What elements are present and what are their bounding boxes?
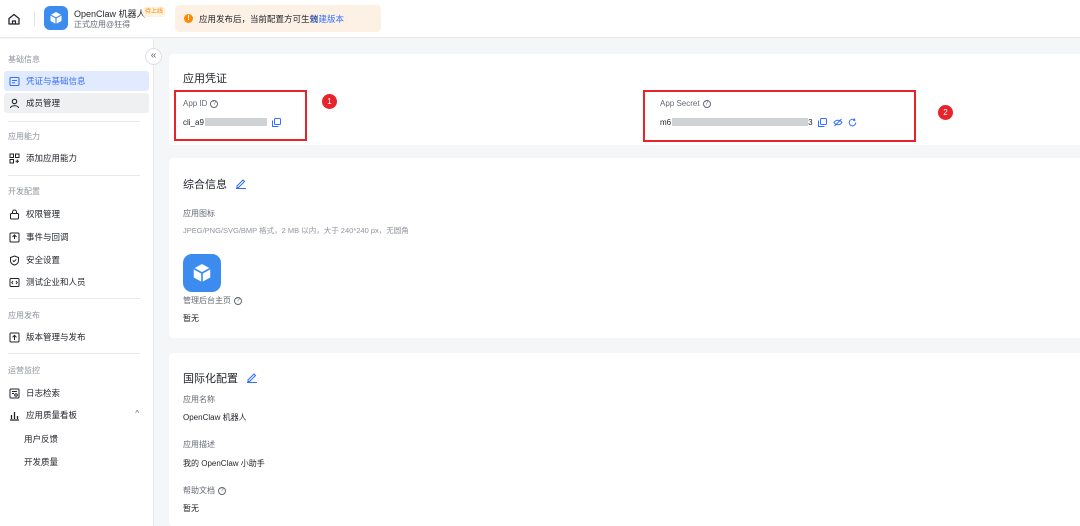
help-icon[interactable]: ?: [234, 296, 242, 305]
general-title: 综合信息: [183, 176, 247, 192]
app-icon-hint: JPEG/PNG/SVG/BMP 格式，2 MB 以内，大于 240*240 p…: [183, 226, 409, 235]
sidebar-item-dev-quality[interactable]: 开发质量: [24, 456, 58, 468]
sidebar: 基础信息 凭证与基础信息 成员管理 应用能力 添加应用能力 开发配置 权限管理 …: [0, 39, 154, 526]
cube-icon: [44, 6, 68, 30]
app-name-label: 应用名称: [183, 395, 215, 404]
sidebar-item-label: 事件与回调: [26, 232, 69, 242]
edit-icon[interactable]: [246, 371, 258, 386]
sidebar-item-credentials[interactable]: 凭证与基础信息: [4, 71, 149, 91]
upload-icon: [8, 331, 20, 343]
event-icon: [8, 231, 20, 243]
help-doc-label-text: 帮助文档: [183, 486, 215, 495]
sidebar-item-quality[interactable]: 应用质量看板 ^: [4, 405, 149, 425]
edit-icon[interactable]: [235, 177, 247, 192]
app-desc-label: 应用描述: [183, 440, 215, 449]
user-icon: [8, 97, 20, 109]
i18n-card: 国际化配置 应用名称 OpenClaw 机器人 应用描述 我的 OpenClaw…: [169, 353, 1080, 526]
sidebar-item-label: 凭证与基础信息: [26, 76, 86, 86]
annotation-marker-1: 1: [322, 94, 337, 109]
sidebar-item-feedback[interactable]: 用户反馈: [24, 433, 58, 445]
bar-chart-icon: [8, 409, 20, 421]
section-title-basic: 基础信息: [8, 55, 40, 64]
credentials-title: 应用凭证: [183, 73, 227, 85]
divider: [8, 175, 140, 176]
credential-icon: [8, 75, 20, 87]
sidebar-item-security[interactable]: 安全设置: [4, 250, 149, 270]
sidebar-item-label: 添加应用能力: [26, 153, 78, 163]
code-icon: [8, 276, 20, 288]
admin-home-value: 暂无: [183, 314, 199, 323]
credentials-card: 应用凭证 App ID ? cli_a9 1 App Secret ? m6 3…: [169, 54, 1080, 145]
sidebar-item-logs[interactable]: 日志检索: [4, 383, 149, 403]
divider: [34, 12, 35, 26]
sidebar-item-label: 版本管理与发布: [26, 332, 86, 342]
grid-add-icon: [8, 152, 20, 164]
app-desc-value: 我的 OpenClaw 小助手: [183, 459, 265, 468]
divider: [8, 121, 140, 122]
create-version-link[interactable]: 创建版本: [310, 13, 344, 25]
sidebar-item-add-capability[interactable]: 添加应用能力: [4, 148, 149, 168]
sidebar-item-label: 安全设置: [26, 255, 61, 265]
divider: [8, 353, 140, 354]
help-icon[interactable]: ?: [218, 486, 226, 495]
general-info-card: 综合信息 应用图标 JPEG/PNG/SVG/BMP 格式，2 MB 以内，大于…: [169, 158, 1080, 338]
lock-icon: [8, 208, 20, 220]
cube-icon[interactable]: [183, 254, 221, 292]
sidebar-item-events[interactable]: 事件与回调: [4, 227, 149, 247]
section-title-ops: 运营监控: [8, 366, 40, 375]
divider: [8, 298, 140, 299]
app-name-value: OpenClaw 机器人: [183, 413, 247, 422]
shield-icon: [8, 254, 20, 266]
notice-text: 应用发布后，当前配置方可生效: [199, 14, 319, 24]
i18n-title-text: 国际化配置: [183, 373, 238, 385]
annotation-marker-2: 2: [938, 105, 953, 120]
log-search-icon: [8, 387, 20, 399]
top-bar: OpenClaw 机器人 待上线 正式应用@狂得 ! 应用发布后，当前配置方可生…: [0, 0, 1080, 38]
sidebar-item-label: 成员管理: [26, 98, 61, 108]
help-doc-label: 帮助文档 ?: [183, 485, 226, 496]
sidebar-item-versions[interactable]: 版本管理与发布: [4, 327, 149, 347]
publish-notice: ! 应用发布后，当前配置方可生效 创建版本: [175, 5, 381, 32]
section-title-dev: 开发配置: [8, 187, 40, 196]
i18n-title: 国际化配置: [183, 370, 258, 386]
admin-home-label-text: 管理后台主页: [183, 296, 231, 305]
sidebar-item-label: 应用质量看板: [26, 410, 78, 420]
general-title-text: 综合信息: [183, 179, 227, 191]
app-subtitle: 正式应用@狂得: [74, 20, 131, 29]
sidebar-item-test-org[interactable]: 测试企业和人员: [4, 272, 149, 292]
warning-icon: !: [184, 14, 193, 23]
sidebar-item-label: 日志检索: [26, 388, 61, 398]
help-doc-value: 暂无: [183, 504, 199, 513]
home-icon[interactable]: [6, 11, 22, 27]
sidebar-item-permissions[interactable]: 权限管理: [4, 204, 149, 224]
collapse-sidebar-button[interactable]: «: [145, 48, 162, 65]
annotation-box-2: [643, 90, 916, 142]
admin-home-label: 管理后台主页 ?: [183, 295, 242, 306]
status-badge: 待上线: [143, 7, 166, 17]
section-title-capability: 应用能力: [8, 132, 40, 141]
sidebar-item-label: 测试企业和人员: [26, 277, 86, 287]
annotation-box-1: [174, 90, 307, 141]
app-icon-label: 应用图标: [183, 209, 215, 218]
sidebar-item-members[interactable]: 成员管理: [4, 93, 149, 113]
sidebar-item-label: 权限管理: [26, 209, 61, 219]
section-title-release: 应用发布: [8, 311, 40, 320]
chevron-up-icon[interactable]: ^: [135, 409, 139, 418]
